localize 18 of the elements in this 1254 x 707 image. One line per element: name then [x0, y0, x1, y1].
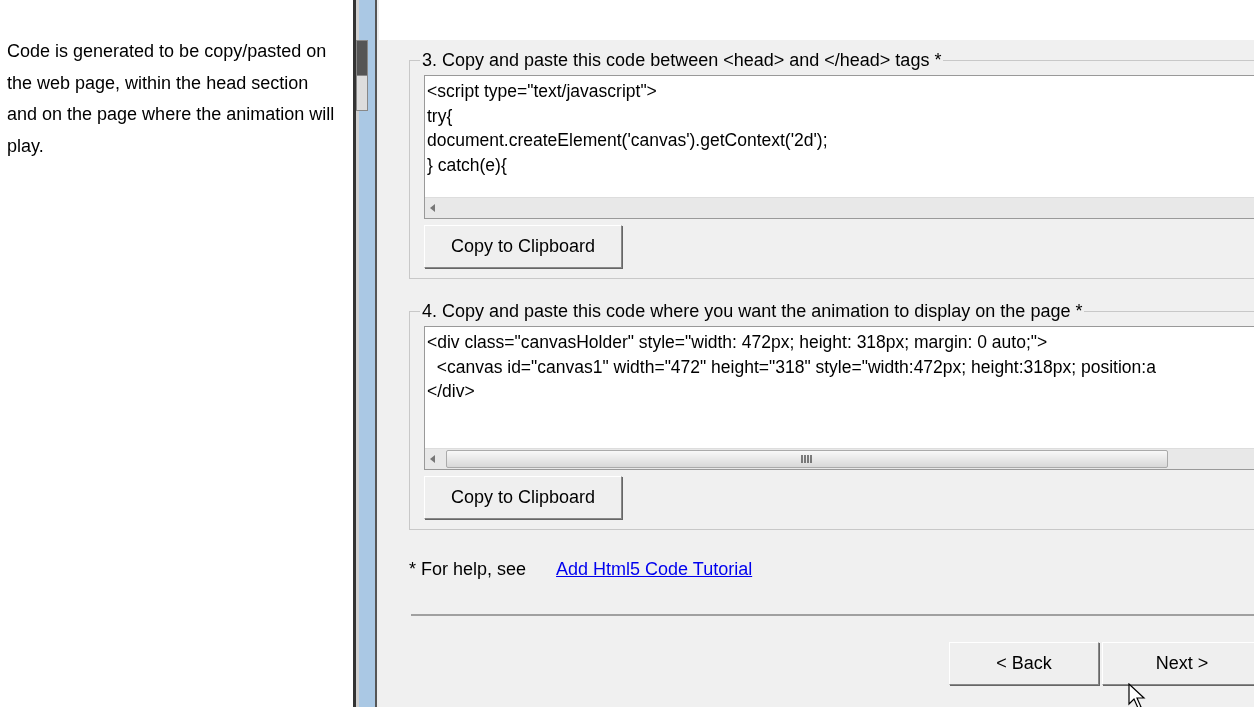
group-title: 4. Copy and paste this code where you want the animation to display on the page * [421, 301, 1084, 322]
scrollbar[interactable] [425, 448, 1254, 469]
left-arrow-icon[interactable] [430, 204, 436, 212]
code-field[interactable]: <script type="text/javascript"> try{ document.createElement('canvas').getContext('2d'); } catch(e){ [424, 75, 1254, 219]
help-text: * For help, see [409, 559, 527, 580]
scrollbar[interactable] [425, 197, 1254, 218]
next-button[interactable]: Next > [1102, 642, 1254, 685]
left-arrow-icon[interactable] [430, 455, 436, 463]
cursor-icon [1128, 683, 1148, 707]
back-button[interactable]: < Back [949, 642, 1099, 685]
intro-paragraph: Code is generated to be copy/pasted on the web page, within the head section and on the page where the animation will play. [7, 40, 336, 158]
copy-button[interactable]: Copy to Clipboard [424, 476, 622, 519]
tutorial-link[interactable]: Add Html5 Code Tutorial [556, 559, 753, 580]
code-field[interactable]: <div class="canvasHolder" style="width: 472px; height: 318px; margin: 0 auto;"> <canvas id="canvas1" width="472" height="318" style="width:472px; height:318px; position:a </div> [424, 326, 1254, 470]
scroll-thumb[interactable] [446, 450, 1168, 468]
copy-button[interactable]: Copy to Clipboard [424, 225, 622, 268]
grip-icon [800, 455, 814, 463]
group-title: 3. Copy and paste this code between <head> and </head> tags * [421, 50, 943, 71]
